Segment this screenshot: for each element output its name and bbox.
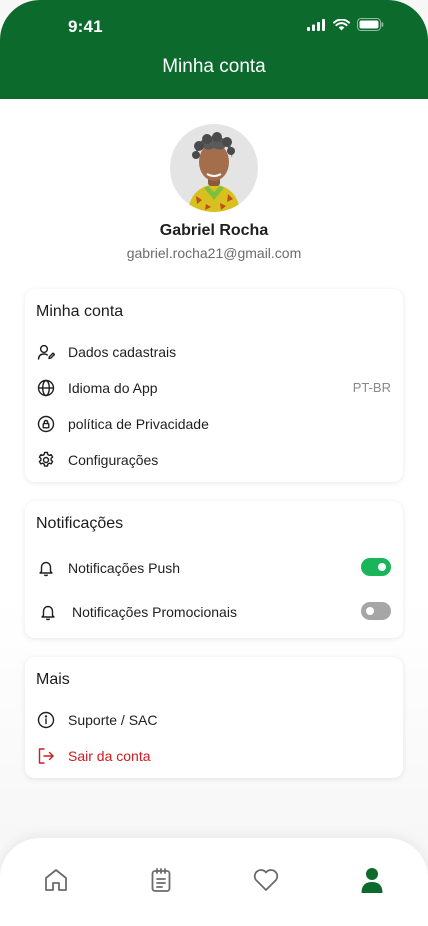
- status-icons: [307, 18, 384, 36]
- gear-icon: [37, 451, 55, 469]
- info-icon: [37, 711, 55, 729]
- page-title: Minha conta: [162, 56, 266, 77]
- user-edit-icon: [37, 343, 56, 361]
- tab-profile[interactable]: [357, 867, 387, 897]
- status-bar: 9:41: [0, 0, 428, 54]
- menu-item-label: Sair da conta: [68, 748, 151, 764]
- promo-notifications-toggle[interactable]: [361, 602, 391, 620]
- more-section-card: Mais Suporte / SAC Sair da conta: [25, 657, 403, 778]
- menu-item-privacidade[interactable]: política de Privacidade: [25, 412, 403, 436]
- heart-icon: [252, 867, 280, 898]
- account-section-card: Minha conta Dados cadastrais Idioma do A…: [25, 289, 403, 482]
- notification-label: Notificações Promocionais: [72, 604, 237, 620]
- cellular-signal-icon: [307, 18, 326, 36]
- menu-item-label: política de Privacidade: [68, 416, 209, 432]
- menu-item-label: Idioma do App: [68, 380, 158, 396]
- menu-item-suporte[interactable]: Suporte / SAC: [25, 708, 403, 732]
- toggle-knob: [378, 563, 386, 571]
- logout-button[interactable]: Sair da conta: [25, 744, 403, 768]
- menu-item-label: Configurações: [68, 452, 159, 468]
- more-section-title: Mais: [36, 671, 70, 688]
- menu-item-label: Suporte / SAC: [68, 712, 158, 728]
- account-section-title: Minha conta: [36, 303, 124, 320]
- avatar[interactable]: [170, 124, 258, 212]
- app-header: 9:41 Minha conta: [0, 0, 428, 99]
- notifications-section-card: Notificações Notificações Push Notificaç…: [25, 501, 403, 638]
- logout-icon: [37, 747, 55, 765]
- menu-item-label: Dados cadastrais: [68, 344, 177, 360]
- bell-icon: [39, 603, 57, 621]
- profile-icon: [360, 866, 384, 899]
- privacy-lock-icon: [37, 415, 55, 433]
- menu-item-dados-cadastrais[interactable]: Dados cadastrais: [25, 340, 403, 364]
- profile-name: Gabriel Rocha: [159, 222, 269, 239]
- toggle-knob: [366, 607, 374, 615]
- wifi-icon: [333, 18, 350, 36]
- push-notifications-toggle[interactable]: [361, 558, 391, 576]
- notification-label: Notificações Push: [68, 560, 181, 576]
- menu-item-idioma[interactable]: Idioma do App PT-BR: [25, 376, 403, 400]
- tab-favorites[interactable]: [251, 867, 281, 897]
- globe-icon: [37, 379, 55, 397]
- tab-orders[interactable]: [146, 867, 176, 897]
- bell-icon: [37, 559, 55, 577]
- orders-notepad-icon: [148, 867, 174, 898]
- profile-email: gabriel.rocha21@gmail.com: [126, 245, 302, 261]
- battery-icon: [357, 18, 384, 36]
- notification-promo-row: Notificações Promocionais: [25, 600, 403, 624]
- menu-item-configuracoes[interactable]: Configurações: [25, 448, 403, 472]
- bottom-tab-bar: [0, 838, 428, 926]
- status-time: 9:41: [68, 17, 103, 36]
- tab-home[interactable]: [41, 867, 71, 897]
- home-icon: [43, 867, 69, 898]
- notifications-section-title: Notificações: [36, 515, 124, 532]
- notification-push-row: Notificações Push: [25, 556, 403, 580]
- language-value: PT-BR: [352, 380, 391, 395]
